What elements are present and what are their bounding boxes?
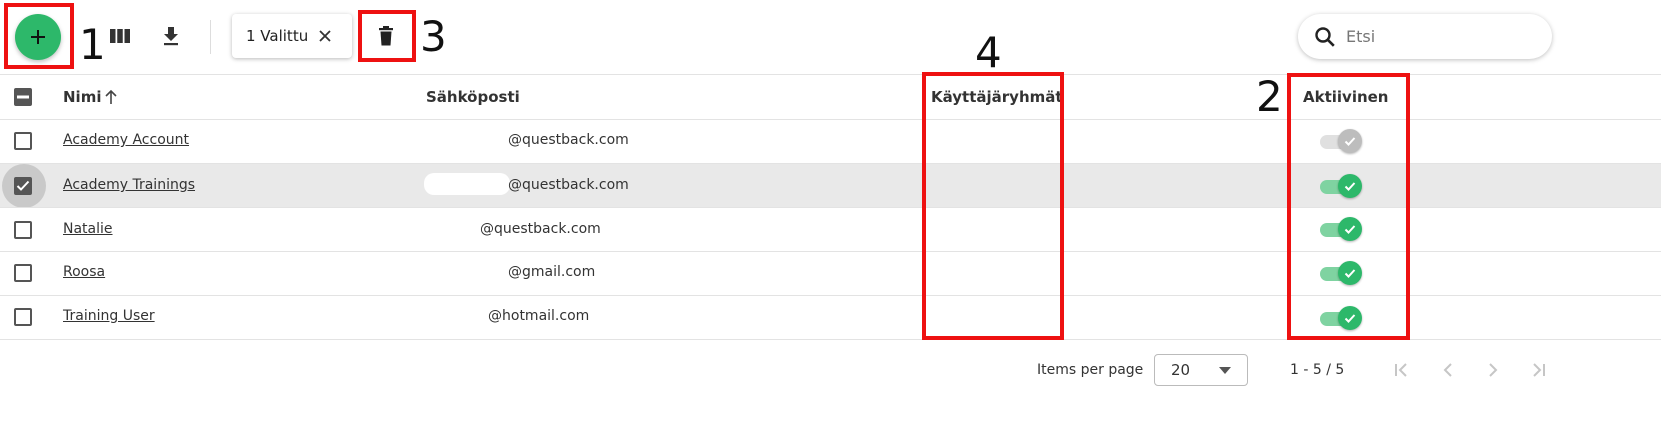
close-icon [319,30,331,42]
redacted-email-prefix [424,173,510,195]
download-button[interactable] [157,22,185,50]
page-range-label: 1 - 5 / 5 [1290,362,1345,378]
annotation-box-add [4,3,74,69]
annotation-number-4: 4 [975,28,1002,77]
selection-count-label: 1 Valittu [246,27,309,45]
search-icon [1315,26,1335,47]
column-header-email[interactable]: Sähköposti [426,88,520,106]
first-page-button[interactable] [1390,358,1414,382]
table-row[interactable]: Academy Account @questback.com [0,119,1661,163]
annotation-box-delete [358,10,416,62]
row-checkbox[interactable] [14,308,32,326]
table-header: Nimi Sähköposti Käyttäjäryhmät Aktiivine… [0,75,1661,119]
arrow-up-icon [105,89,117,104]
clear-selection-button[interactable] [318,29,332,43]
table-bottom-border [0,339,1661,340]
selection-chip: 1 Valittu [232,14,352,58]
table-row[interactable]: Roosa @gmail.com [0,252,1661,296]
annotation-number-1: 1 [79,20,106,69]
row-checkbox[interactable] [14,132,32,150]
toolbar-divider [210,20,211,54]
caret-down-icon [1219,367,1231,374]
last-page-button[interactable] [1526,358,1550,382]
user-email: @questback.com [508,177,629,193]
first-page-icon [1395,363,1407,377]
column-header-name[interactable]: Nimi [63,88,101,106]
user-email: @questback.com [480,221,601,237]
user-email: @gmail.com [508,264,596,280]
user-name-link[interactable]: Academy Trainings [63,177,195,193]
user-email: @hotmail.com [488,308,590,324]
user-name-link[interactable]: Training User [63,308,155,324]
items-per-page-label: Items per page [1037,362,1144,378]
user-name-link[interactable]: Academy Account [63,132,189,148]
view-column-icon [110,29,130,43]
row-checkbox[interactable] [14,264,32,282]
check-icon [16,180,30,191]
minus-icon [17,95,29,99]
next-page-button[interactable] [1481,358,1505,382]
user-name-link[interactable]: Roosa [63,264,105,280]
last-page-icon [1533,363,1545,377]
download-icon [164,27,178,46]
table-row[interactable]: Academy Trainings @questback.com [0,164,1661,208]
annotation-number-3: 3 [420,12,447,61]
items-per-page-select[interactable]: 20 [1154,354,1248,386]
row-checkbox[interactable] [14,177,32,195]
annotation-box-groups-column [922,72,1064,340]
row-checkbox[interactable] [14,221,32,239]
previous-page-button[interactable] [1436,358,1460,382]
user-email: @questback.com [508,132,629,148]
search-box[interactable] [1298,14,1552,59]
user-name-link[interactable]: Natalie [63,221,113,237]
search-input[interactable] [1344,26,1528,47]
next-page-icon [1489,363,1498,377]
select-all-checkbox[interactable] [14,88,32,106]
previous-page-icon [1443,363,1452,377]
table-row[interactable]: Natalie @questback.com [0,208,1661,252]
annotation-box-active-column [1287,73,1410,340]
items-per-page-value: 20 [1171,361,1191,379]
table-row[interactable]: Training User @hotmail.com [0,296,1661,340]
columns-button[interactable] [106,22,134,50]
